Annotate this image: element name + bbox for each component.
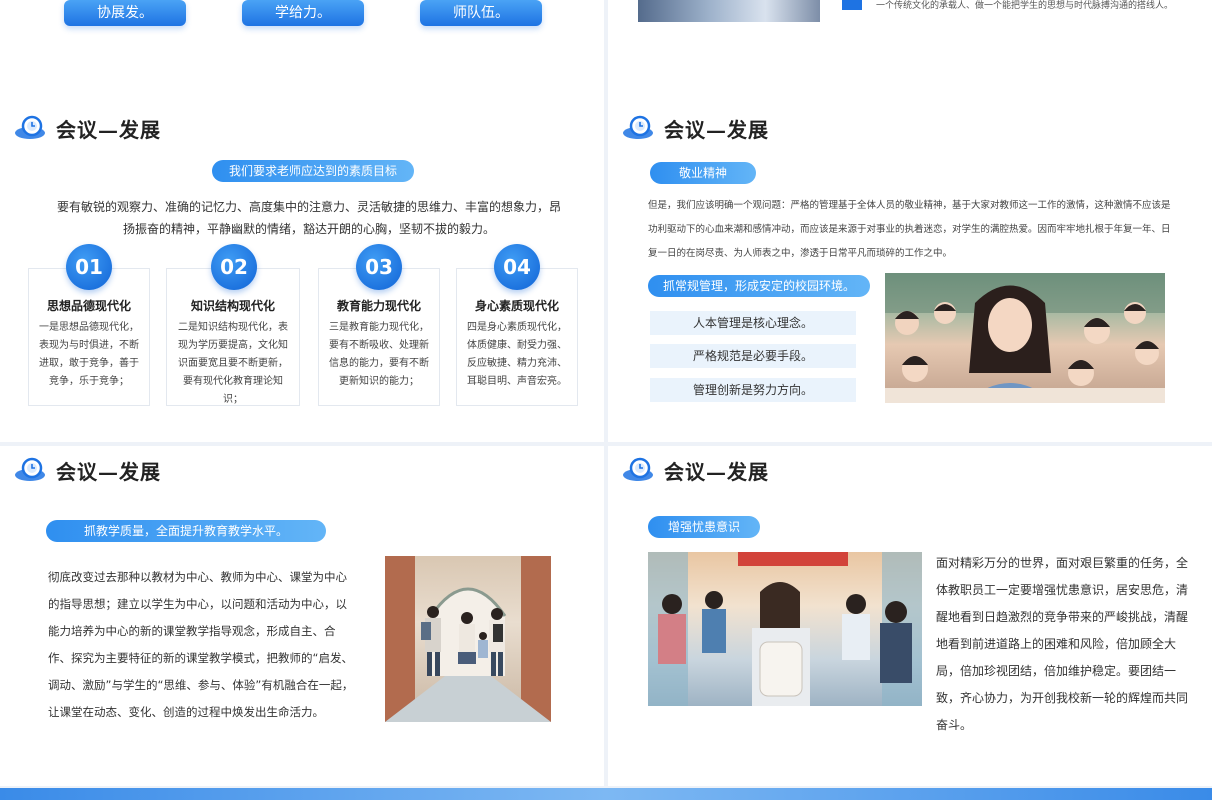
dedication-paragraph: 但是，我们应该明确一个观问题：严格的管理基于全体人员的敬业精神，基于大家对教师这… <box>648 200 1171 259</box>
management-item-3: 管理创新是努力方向。 <box>650 378 856 402</box>
section-pill: 抓教学质量，全面提升教育教学水平。 <box>46 520 326 542</box>
clock-logo-icon <box>14 457 50 483</box>
number-badge-3: 03 <box>356 244 402 290</box>
slide-title: 会议—发展 <box>56 459 161 484</box>
section-pill: 我们要求老师应达到的素质目标 <box>212 160 414 182</box>
card-body: 一是思想品德现代化，表现为与时俱进，不断进取，敢于竞争，善于竞争，乐于竞争； <box>39 322 139 387</box>
slide-title: 会议—发展 <box>664 459 769 484</box>
slide-header: 会议—发展 <box>14 114 161 142</box>
card-title: 教育能力现代化 <box>336 299 421 313</box>
students-hallway-photo <box>648 552 922 706</box>
number-badge-4: 04 <box>494 244 540 290</box>
top-right-text: 一个传统文化的承载人、做一个能把学生的思想与时代脉搏沟通的搭线人。 <box>876 1 1174 11</box>
card-title: 知识结构现代化 <box>190 299 275 313</box>
slide-quality-goals: 会议—发展 我们要求老师应达到的素质目标 要有敏锐的观察力、准确的记忆力、高度集… <box>0 104 604 442</box>
number-badge-1: 01 <box>66 244 112 290</box>
slide-title: 会议—发展 <box>664 117 769 142</box>
slide-top-left-partial: 协展发。 学给力。 师队伍。 <box>0 0 604 104</box>
school-corridor-photo <box>385 556 551 722</box>
bottom-slide-strip <box>0 788 1212 800</box>
clock-logo-icon <box>14 115 50 141</box>
section-pill: 增强忧患意识 <box>648 516 760 538</box>
number-badge-2: 02 <box>211 244 257 290</box>
teaching-paragraph: 彻底改变过去那种以教材为中心、教师为中心、课堂为中心的指导思想；建立以学生为中心… <box>48 570 354 719</box>
slide-header: 会议—发展 <box>622 114 769 142</box>
top-button-2[interactable]: 学给力。 <box>242 0 364 26</box>
slide-dedication: 会议—发展 敬业精神 但是，我们应该明确一个观问题：严格的管理基于全体人员的敬业… <box>608 104 1212 442</box>
slide-header: 会议—发展 <box>622 456 769 484</box>
card-body: 二是知识结构现代化，表现为学历要提高，文化知识面要宽且要不断更新，要有现代化教育… <box>178 322 288 405</box>
section-pill-dedication: 敬业精神 <box>650 162 756 184</box>
slide-header: 会议—发展 <box>14 456 161 484</box>
card-title: 思想品德现代化 <box>46 299 131 313</box>
slide-title: 会议—发展 <box>56 117 161 142</box>
clock-logo-icon <box>622 115 658 141</box>
management-item-1: 人本管理是核心理念。 <box>650 311 856 335</box>
card-body: 三是教育能力现代化，要有不断吸收、处理新信息的能力，要有不断更新知识的能力； <box>329 322 429 387</box>
slide-risk-awareness: 会议—发展 增强忧患意识 面对精彩万分的世界，面对艰巨繁重的任务，全体教职员工一… <box>608 446 1212 786</box>
management-item-2: 严格规范是必要手段。 <box>650 344 856 368</box>
top-button-3[interactable]: 师队伍。 <box>420 0 542 26</box>
slide-teaching-quality: 会议—发展 抓教学质量，全面提升教育教学水平。 彻底改变过去那种以教材为中心、教… <box>0 446 604 786</box>
slide-top-right-partial: 一个传统文化的承载人、做一个能把学生的思想与时代脉搏沟通的搭线人。 <box>608 0 1212 104</box>
section-pill-management: 抓常规管理，形成安定的校园环境。 <box>648 275 870 297</box>
card-title: 身心素质现代化 <box>474 299 559 313</box>
teacher-with-students-photo <box>885 273 1165 403</box>
top-button-1[interactable]: 协展发。 <box>64 0 186 26</box>
risk-paragraph: 面对精彩万分的世界，面对艰巨繁重的任务，全体教职员工一定要增强忧患意识，居安思危… <box>936 556 1189 732</box>
clock-logo-icon <box>622 457 658 483</box>
card-body: 四是身心素质现代化，体质健康、耐受力强、反应敏捷、精力充沛、耳聪目明、声音宏亮。 <box>467 322 567 387</box>
intro-paragraph: 要有敏锐的观察力、准确的记忆力、高度集中的注意力、灵活敏捷的思维力、丰富的想象力… <box>56 200 561 236</box>
top-photo <box>638 0 820 22</box>
top-accent-square <box>842 0 862 10</box>
